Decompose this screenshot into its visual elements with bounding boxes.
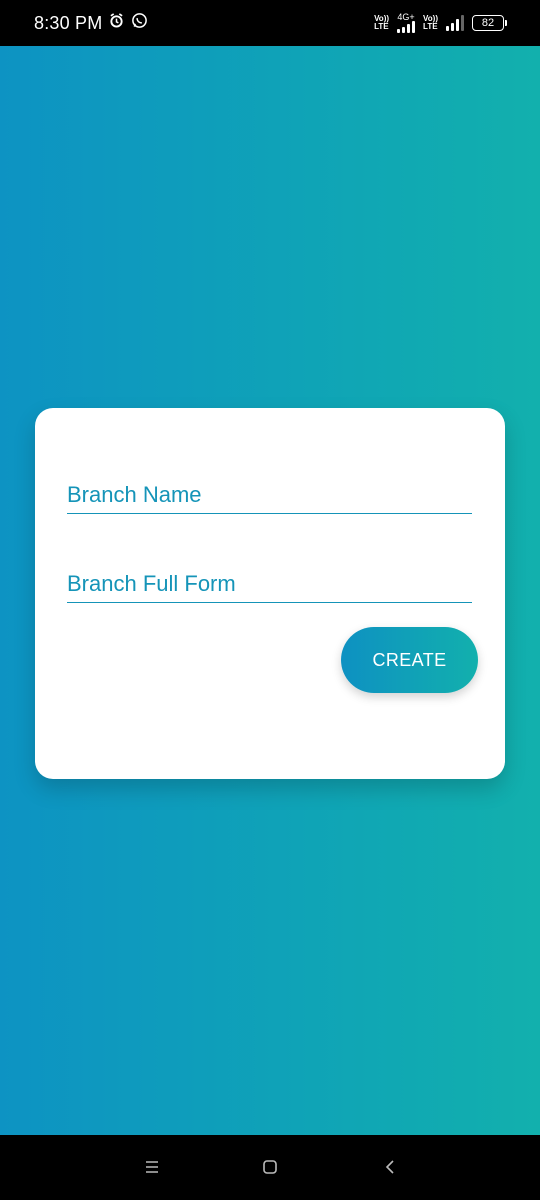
status-left: 8:30 PM bbox=[34, 12, 148, 34]
create-button[interactable]: CREATE bbox=[341, 627, 478, 693]
branch-full-form-field[interactable] bbox=[67, 559, 472, 603]
back-icon[interactable] bbox=[378, 1155, 402, 1179]
whatsapp-icon bbox=[131, 12, 148, 34]
branch-full-form-input[interactable] bbox=[67, 559, 472, 602]
battery-indicator: 82 bbox=[472, 15, 507, 31]
status-bar: 8:30 PM Vo)) LTE 4G+ Vo)) LTE 82 bbox=[0, 0, 540, 46]
branch-form-card: CREATE bbox=[35, 408, 505, 779]
navigation-bar bbox=[0, 1135, 540, 1200]
status-time: 8:30 PM bbox=[34, 12, 103, 33]
home-icon[interactable] bbox=[258, 1155, 282, 1179]
alarm-icon bbox=[109, 13, 124, 33]
sim1-label: Vo)) LTE bbox=[374, 14, 390, 31]
branch-name-field[interactable] bbox=[67, 470, 472, 514]
signal-bars-2-icon bbox=[446, 15, 464, 31]
menu-icon[interactable] bbox=[140, 1155, 164, 1179]
network-type: 4G+ bbox=[397, 13, 416, 33]
sim2-label: Vo)) LTE bbox=[423, 14, 438, 31]
gradient-background: CREATE bbox=[0, 46, 540, 1135]
branch-name-input[interactable] bbox=[67, 470, 472, 513]
status-right: Vo)) LTE 4G+ Vo)) LTE 82 bbox=[374, 13, 507, 33]
signal-bars-1-icon bbox=[397, 21, 416, 33]
